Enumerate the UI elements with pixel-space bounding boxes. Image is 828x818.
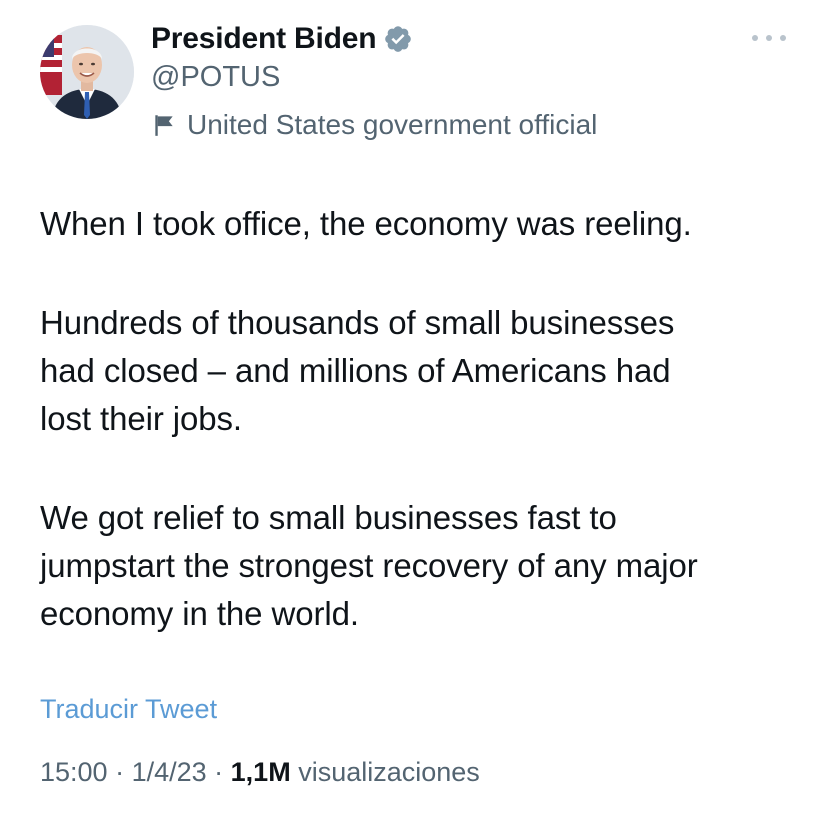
meta-separator: · — [107, 757, 132, 787]
tweet-paragraph-1: When I took office, the economy was reel… — [40, 205, 692, 242]
tweet-card: President Biden @POTUS United States gov… — [0, 0, 828, 818]
author-name-row: President Biden — [151, 21, 413, 57]
views-label: visualizaciones — [290, 757, 480, 787]
more-options-icon[interactable] — [752, 28, 786, 48]
tweet-paragraph-2: Hundreds of thousands of small businesse… — [40, 304, 675, 437]
avatar-photo — [40, 25, 134, 119]
affiliation-label: United States government official — [151, 108, 597, 142]
tweet-meta-row: 15:00 · 1/4/23 · 1,1M visualizaciones — [40, 757, 480, 788]
translate-tweet-link[interactable]: Traducir Tweet — [40, 694, 217, 725]
author-display-name[interactable]: President Biden — [151, 22, 377, 56]
avatar[interactable] — [40, 25, 134, 119]
tweet-date[interactable]: 1/4/23 — [132, 757, 207, 788]
verified-badge-icon[interactable] — [383, 24, 413, 54]
tweet-time[interactable]: 15:00 — [40, 757, 108, 788]
tweet-paragraph-3: We got relief to small businesses fast t… — [40, 499, 698, 632]
meta-separator: · — [206, 757, 231, 787]
flag-icon — [151, 112, 177, 138]
views-count[interactable]: 1,1M — [231, 757, 291, 788]
affiliation-text: United States government official — [187, 109, 598, 140]
author-handle[interactable]: @POTUS — [151, 61, 280, 94]
